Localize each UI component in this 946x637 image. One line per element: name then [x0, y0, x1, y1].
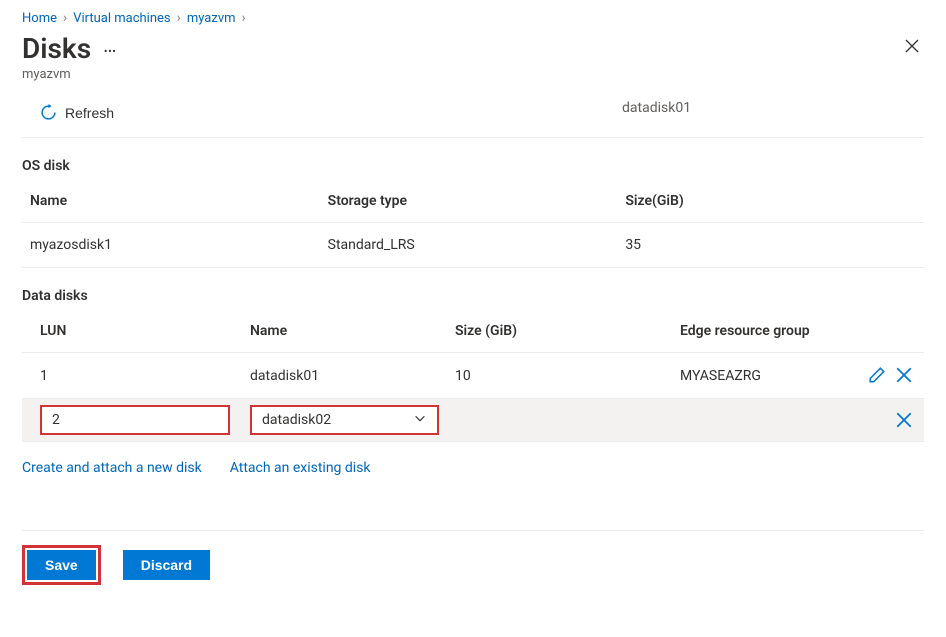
dd-col-name: Name — [242, 310, 447, 353]
chevron-right-icon: › — [63, 10, 67, 26]
os-col-storage: Storage type — [320, 180, 618, 223]
dd-col-lun: LUN — [22, 310, 242, 353]
delete-new-button[interactable] — [892, 408, 916, 432]
more-menu-button[interactable]: … — [103, 33, 117, 65]
save-button[interactable]: Save — [27, 550, 96, 580]
edit-button[interactable] — [865, 363, 889, 387]
os-disk-table: Name Storage type Size(GiB) myazosdisk1 … — [22, 180, 924, 268]
lun-input[interactable]: 2 — [40, 405, 230, 435]
dd-name: datadisk01 — [242, 353, 447, 399]
pencil-icon — [868, 366, 886, 384]
discard-button[interactable]: Discard — [123, 550, 210, 580]
new-disk-row: 2 datadisk02 — [22, 399, 924, 442]
breadcrumb-vm[interactable]: myazvm — [187, 11, 236, 26]
dd-col-size: Size (GiB) — [447, 310, 672, 353]
create-disk-link[interactable]: Create and attach a new disk — [22, 460, 202, 476]
refresh-icon — [40, 104, 57, 121]
osdisk-name: myazosdisk1 — [22, 223, 320, 268]
context-disk-name: datadisk01 — [622, 100, 691, 116]
page-title: Disks — [22, 32, 91, 65]
breadcrumb-vms[interactable]: Virtual machines — [73, 11, 170, 26]
disk-name-dropdown[interactable]: datadisk02 — [250, 405, 439, 435]
close-icon — [904, 38, 920, 54]
refresh-label: Refresh — [65, 105, 114, 121]
chevron-right-icon: › — [177, 10, 181, 26]
subtitle: myazvm — [22, 67, 924, 82]
disk-name-value: datadisk02 — [262, 412, 331, 428]
table-row: 1 datadisk01 10 MYASEAZRG — [22, 353, 924, 399]
os-col-size: Size(GiB) — [617, 180, 924, 223]
os-col-name: Name — [22, 180, 320, 223]
lun-input-value: 2 — [52, 412, 60, 428]
close-button[interactable] — [900, 34, 924, 63]
osdisk-storage: Standard_LRS — [320, 223, 618, 268]
close-icon — [895, 366, 913, 384]
os-disk-section-title: OS disk — [22, 158, 924, 174]
osdisk-size: 35 — [617, 223, 924, 268]
delete-button[interactable] — [892, 363, 916, 387]
dd-rg: MYASEAZRG — [672, 353, 844, 399]
dd-col-rg: Edge resource group — [672, 310, 844, 353]
data-disks-table: LUN Name Size (GiB) Edge resource group … — [22, 310, 924, 442]
table-row: myazosdisk1 Standard_LRS 35 — [22, 223, 924, 268]
refresh-button[interactable]: Refresh — [32, 100, 122, 125]
dd-size: 10 — [447, 353, 672, 399]
save-highlight: Save — [22, 545, 101, 585]
attach-disk-link[interactable]: Attach an existing disk — [230, 460, 371, 476]
close-icon — [895, 411, 913, 429]
breadcrumb: Home › Virtual machines › myazvm › — [22, 10, 924, 26]
chevron-down-icon — [413, 411, 427, 429]
dd-lun: 1 — [22, 353, 242, 399]
breadcrumb-home[interactable]: Home — [22, 11, 57, 26]
chevron-right-icon: › — [242, 10, 246, 26]
data-disks-section-title: Data disks — [22, 288, 924, 304]
